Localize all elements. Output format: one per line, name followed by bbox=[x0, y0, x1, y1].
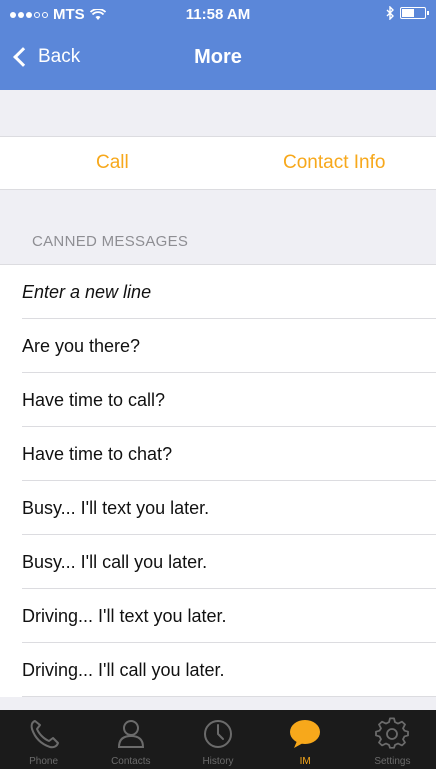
clock-icon bbox=[204, 720, 232, 748]
status-right bbox=[386, 6, 429, 20]
contacts-icon bbox=[117, 720, 144, 748]
tab-label: IM bbox=[299, 756, 311, 767]
tab-label: History bbox=[202, 756, 234, 767]
call-button[interactable]: Call bbox=[96, 152, 129, 174]
actions-row: Call Contact Info bbox=[0, 136, 436, 190]
canned-messages-list: Enter a new line Are you there? Have tim… bbox=[0, 264, 436, 697]
list-item[interactable]: Driving... I'll text you later. bbox=[0, 589, 436, 643]
status-bar: MTS 11:58 AM bbox=[0, 0, 436, 30]
chat-bubble-icon bbox=[290, 720, 321, 748]
enter-new-line-row[interactable]: Enter a new line bbox=[0, 265, 436, 319]
tab-phone[interactable]: Phone bbox=[0, 710, 87, 769]
tab-label: Phone bbox=[29, 756, 59, 767]
tab-im[interactable]: IM bbox=[262, 710, 349, 769]
page-title: More bbox=[194, 46, 242, 68]
section-header-canned-messages: CANNED MESSAGES bbox=[32, 233, 189, 250]
contact-info-button[interactable]: Contact Info bbox=[283, 152, 385, 174]
status-time: 11:58 AM bbox=[185, 6, 251, 23]
tab-label: Settings bbox=[374, 756, 411, 767]
tab-settings[interactable]: Settings bbox=[349, 710, 436, 769]
tab-contacts[interactable]: Contacts bbox=[87, 710, 174, 769]
bluetooth-icon bbox=[386, 6, 394, 20]
phone-icon bbox=[30, 720, 59, 749]
gear-icon bbox=[375, 717, 410, 749]
list-item[interactable]: Busy... I'll call you later. bbox=[0, 535, 436, 589]
list-item[interactable]: Have time to call? bbox=[0, 373, 436, 427]
list-item[interactable]: Driving... I'll call you later. bbox=[0, 643, 436, 697]
header: MTS 11:58 AM Back More bbox=[0, 0, 436, 90]
tab-bar: Phone Contacts History IM Settings bbox=[0, 710, 436, 769]
nav-bar: Back More bbox=[0, 30, 436, 90]
tab-history[interactable]: History bbox=[174, 710, 261, 769]
tab-label: Contacts bbox=[111, 756, 151, 767]
list-item[interactable]: Busy... I'll text you later. bbox=[0, 481, 436, 535]
list-item[interactable]: Have time to chat? bbox=[0, 427, 436, 481]
battery-icon bbox=[400, 7, 429, 19]
list-item[interactable]: Are you there? bbox=[0, 319, 436, 373]
